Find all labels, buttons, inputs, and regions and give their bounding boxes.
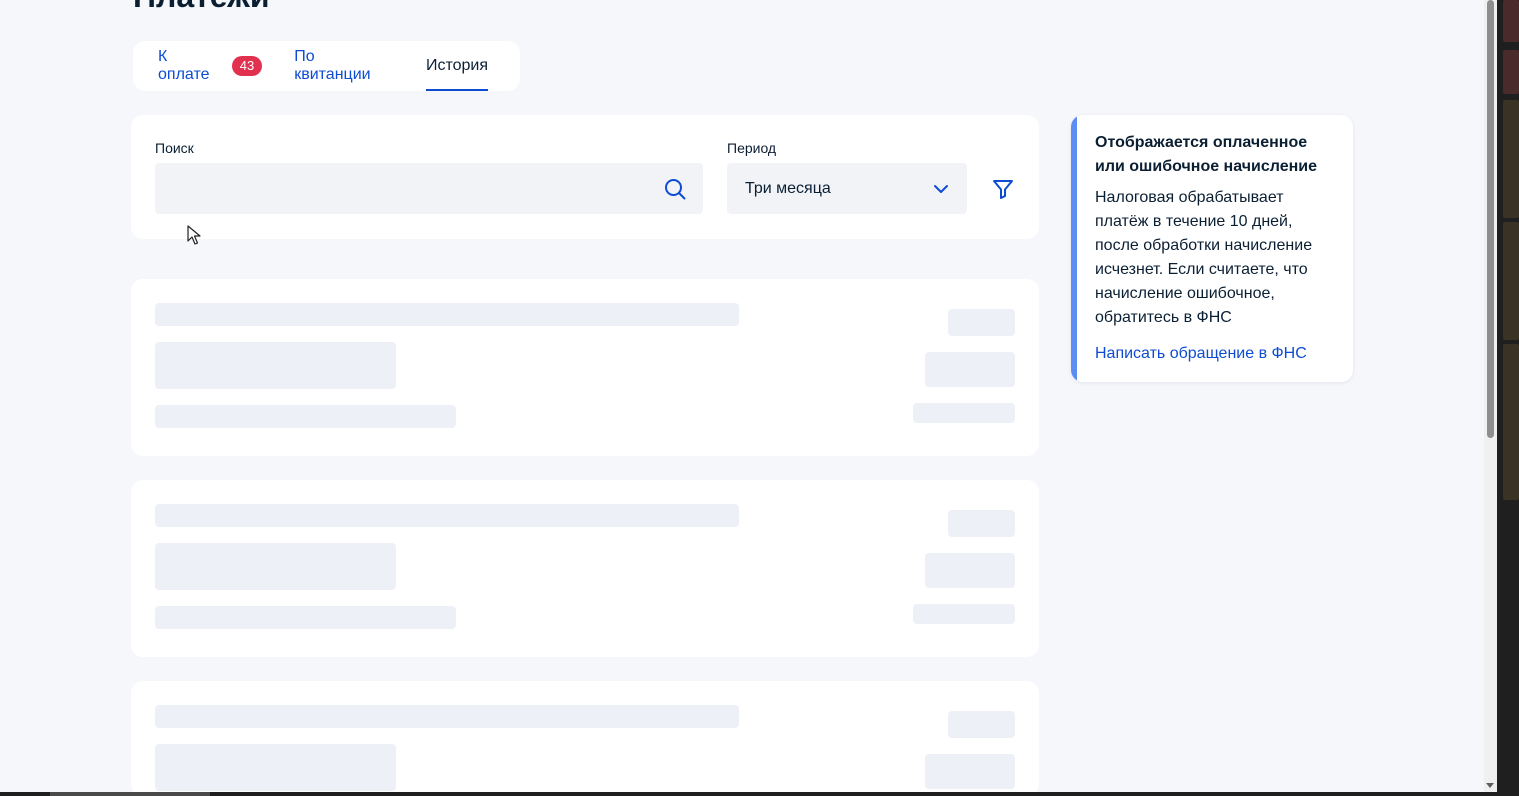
skeleton-line <box>913 403 1015 423</box>
filter-card: Поиск Период Три месяца <box>131 115 1039 239</box>
tab-label: К оплате <box>158 48 210 83</box>
panel-block <box>1503 0 1519 42</box>
side-panel <box>1497 0 1519 796</box>
skeleton-line <box>155 303 739 326</box>
loading-card <box>131 279 1039 456</box>
tab-history[interactable]: История <box>425 41 489 91</box>
tabs-bar: К оплате 43 По квитанции История <box>133 41 520 91</box>
page-title: Платежи <box>133 0 270 14</box>
tab-label: История <box>425 57 488 74</box>
search-icon[interactable] <box>664 178 686 200</box>
skeleton-block <box>925 352 1015 387</box>
count-badge: 43 <box>231 56 263 76</box>
loading-card <box>131 480 1039 657</box>
skeleton-block <box>155 744 396 791</box>
skeleton-line <box>948 711 1015 738</box>
write-to-fns-link[interactable]: Написать обращение в ФНС <box>1095 342 1307 366</box>
skeleton-line <box>155 504 739 527</box>
skeleton-line <box>155 705 739 728</box>
scrollbar-thumb[interactable] <box>1487 0 1494 438</box>
period-label: Период <box>727 140 777 156</box>
skeleton-line <box>913 604 1015 624</box>
tab-label: По квитанции <box>294 48 371 83</box>
filter-icon[interactable] <box>991 177 1015 201</box>
info-text: Налоговая обрабатывает платёж в течение … <box>1095 189 1313 326</box>
horizontal-scrollbar[interactable] <box>0 792 1497 796</box>
panel-block <box>1503 222 1519 340</box>
scroll-down-arrow-icon[interactable] <box>1486 783 1494 788</box>
horizontal-scrollbar-thumb[interactable] <box>50 792 210 796</box>
skeleton-line <box>155 405 456 428</box>
panel-block <box>1503 50 1519 94</box>
period-value: Три месяца <box>745 179 831 197</box>
period-select[interactable]: Три месяца <box>727 163 967 214</box>
tab-to-pay[interactable]: К оплате 43 <box>158 41 263 91</box>
info-card: Отображается оплаченное или ошибочное на… <box>1071 115 1353 382</box>
info-accent-bar <box>1071 115 1077 382</box>
panel-block <box>1503 344 1519 500</box>
skeleton-line <box>948 309 1015 336</box>
page-viewport: Платежи К оплате 43 По квитанции История… <box>0 0 1484 792</box>
tab-by-receipt[interactable]: По квитанции <box>294 41 394 91</box>
loading-card <box>131 681 1039 792</box>
skeleton-line <box>948 510 1015 537</box>
skeleton-line <box>155 606 456 629</box>
vertical-scrollbar[interactable] <box>1484 0 1497 792</box>
info-title: Отображается оплаченное или ошибочное на… <box>1095 134 1317 175</box>
skeleton-block <box>925 754 1015 789</box>
skeleton-block <box>925 553 1015 588</box>
search-label: Поиск <box>155 140 194 156</box>
mouse-cursor-icon <box>187 225 201 245</box>
search-input[interactable] <box>155 163 703 214</box>
skeleton-block <box>155 543 396 590</box>
chevron-down-icon <box>934 185 948 193</box>
skeleton-block <box>155 342 396 389</box>
panel-block <box>1503 100 1519 218</box>
